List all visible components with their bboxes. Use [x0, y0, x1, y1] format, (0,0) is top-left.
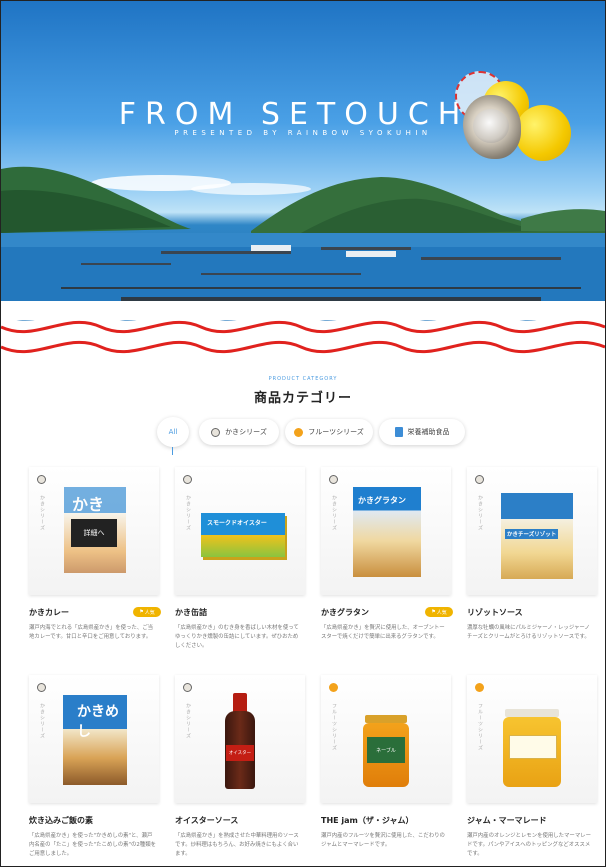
product-thumbnail[interactable]: かきシリーズ かきグラタン [321, 467, 451, 595]
product-description: 「広島県産かき」のむき身を香ばしい木材を使ってゆっくりかき燻製の缶詰にしています… [175, 625, 299, 649]
oyster-shell-icon [183, 475, 192, 484]
fruit-icon [329, 683, 338, 692]
series-label: フルーツシリーズ [331, 703, 337, 751]
fruit-icon [475, 683, 484, 692]
filter-nutrition-button[interactable]: 栄養補助食品 [379, 419, 465, 445]
oyster-shell-icon [211, 427, 221, 437]
lemon-icon [515, 105, 571, 161]
product-name[interactable]: リゾットソース [467, 607, 599, 618]
package-label: かきめし [77, 704, 119, 740]
product-name[interactable]: THE jam（ザ・ジャム） [321, 815, 453, 826]
filter-all-button[interactable]: All [157, 417, 189, 455]
series-label: かきシリーズ [331, 495, 337, 531]
package-label: かき [72, 495, 105, 514]
oyster-shell-icon [37, 683, 46, 692]
product-name[interactable]: ジャム・マーマレード [467, 815, 599, 826]
product-thumbnail[interactable]: フルーツシリーズ ネーブル [321, 675, 451, 803]
product-thumbnail[interactable]: かきシリーズ かきめし [29, 675, 159, 803]
series-label: かきシリーズ [185, 495, 191, 531]
product-description: 「広島県産かき」を贅沢に使用した、オーブントースターで焼くだけで簡単に出来るグラ… [321, 625, 445, 640]
wave-divider [1, 301, 605, 354]
oyster-shell-icon [329, 475, 338, 484]
product-description: 濃厚な牡蠣の風味にパルミジャーノ・レッジャーノチーズとクリームがとろけるリゾット… [467, 625, 590, 640]
product-thumbnail[interactable]: かきシリーズ オイスター [175, 675, 305, 803]
product-card[interactable]: かきシリーズ かき 詳細へ かきカレー ⚑ 人気 瀬戸内海でとれる「広島県産かき」… [29, 467, 161, 642]
product-name[interactable]: オイスターソース [175, 815, 307, 826]
product-description: 瀬戸内海でとれる「広島県産かき」を使った、ご当地カレーです。甘口と辛口をご用意し… [29, 625, 153, 640]
product-thumbnail[interactable]: フルーツシリーズ [467, 675, 597, 803]
rice-mix-package-image: かきめし [63, 695, 127, 785]
bottle-cap-image [233, 693, 247, 713]
product-card[interactable]: フルーツシリーズ ネーブル THE jam（ザ・ジャム） 瀬戸内産のフルーツを贅… [321, 675, 453, 850]
product-card[interactable]: かきシリーズ かきめし 炊き込みご飯の素 「広島県産かき」を使った"かきめしの素… [29, 675, 161, 859]
product-thumbnail[interactable]: かきシリーズ かきチーズリゾット [467, 467, 597, 595]
package-icon [394, 427, 403, 437]
jar-label-image [509, 735, 557, 759]
popular-badge: ⚑ 人気 [133, 607, 161, 617]
product-card[interactable]: かきシリーズ スモークドオイスター かき缶詰 「広島県産かき」のむき身を香ばしい… [175, 467, 307, 651]
canned-oyster-package-image: スモークドオイスター [201, 513, 285, 557]
category-title: 商品カテゴリー [253, 391, 352, 406]
detail-button[interactable]: 詳細へ [71, 519, 117, 547]
series-label: かきシリーズ [185, 703, 191, 739]
product-thumbnail[interactable]: かきシリーズ かき 詳細へ [29, 467, 159, 595]
filter-label: フルーツシリーズ [308, 428, 364, 436]
jam-jar-image: ネーブル [363, 723, 409, 787]
risotto-package-image: かきチーズリゾット [501, 493, 573, 579]
package-label: オイスター [226, 745, 254, 761]
oyster-shell-icon [475, 475, 484, 484]
oyster-sauce-bottle-image: オイスター [225, 711, 255, 789]
package-label: スモークドオイスター [207, 520, 267, 527]
product-thumbnail[interactable]: かきシリーズ スモークドオイスター [175, 467, 305, 595]
jar-lid-image [365, 715, 407, 723]
product-card[interactable]: かきシリーズ オイスター オイスターソース 「広島県産かき」を熟成させた中華料理… [175, 675, 307, 859]
fruit-icon [294, 427, 304, 437]
popular-badge: ⚑ 人気 [425, 607, 453, 617]
filter-label: かきシリーズ [225, 428, 267, 436]
package-label: かきチーズリゾット [505, 529, 559, 539]
series-label: かきシリーズ [39, 495, 45, 531]
series-label: フルーツシリーズ [477, 703, 483, 751]
product-description: 「広島県産かき」を熟成させた中華料理用のソースです。炒料理はもちろん、お好み焼き… [175, 833, 299, 857]
product-card[interactable]: フルーツシリーズ ジャム・マーマレード 瀬戸内産のオレンジとレモンを使用したマー… [467, 675, 599, 859]
package-label: ネーブル [367, 737, 405, 763]
product-description: 瀬戸内産のフルーツを贅沢に使用した、こだわりのジャムとマーマレードです。 [321, 833, 445, 848]
gratin-package-image: かきグラタン [353, 487, 421, 577]
series-label: かきシリーズ [39, 703, 45, 739]
filter-label: All [168, 428, 178, 436]
oyster-shell-icon [37, 475, 46, 484]
product-name[interactable]: 炊き込みご飯の素 [29, 815, 161, 826]
category-filters: All かきシリーズ フルーツシリーズ 栄養補助食品 [1, 417, 605, 455]
product-description: 「広島県産かき」を使った"かきめしの素"と、瀬戸内名産の「たこ」を使った"たこめ… [29, 833, 156, 857]
product-card[interactable]: かきシリーズ かきグラタン かきグラタン ⚑ 人気 「広島県産かき」を贅沢に使用し… [321, 467, 453, 642]
product-description: 瀬戸内産のオレンジとレモンを使用したマーマレードです。パンやアイスへのトッピング… [467, 833, 591, 857]
hero-landscape [1, 166, 605, 321]
filter-oyster-series-button[interactable]: かきシリーズ [199, 419, 279, 445]
filter-label: 栄養補助食品 [407, 428, 450, 436]
package-label: かきグラタン [358, 496, 406, 505]
hero-banner: FROM SETOUCHI PRESENTED BY RAINBOW SYOKU… [1, 1, 605, 321]
filter-fruit-series-button[interactable]: フルーツシリーズ [285, 419, 373, 445]
oyster-shell-icon [183, 683, 192, 692]
category-eyebrow: PRODUCT CATEGORY [268, 376, 338, 382]
product-name[interactable]: かき缶詰 [175, 607, 307, 618]
page: FROM SETOUCHI PRESENTED BY RAINBOW SYOKU… [0, 0, 606, 867]
series-label: かきシリーズ [477, 495, 483, 531]
oyster-meat-icon [473, 109, 509, 143]
jar-lid-image [505, 709, 559, 717]
marmalade-jar-image [503, 717, 561, 787]
product-card[interactable]: かきシリーズ かきチーズリゾット リゾットソース 濃厚な牡蠣の風味にパルミジャー… [467, 467, 599, 642]
